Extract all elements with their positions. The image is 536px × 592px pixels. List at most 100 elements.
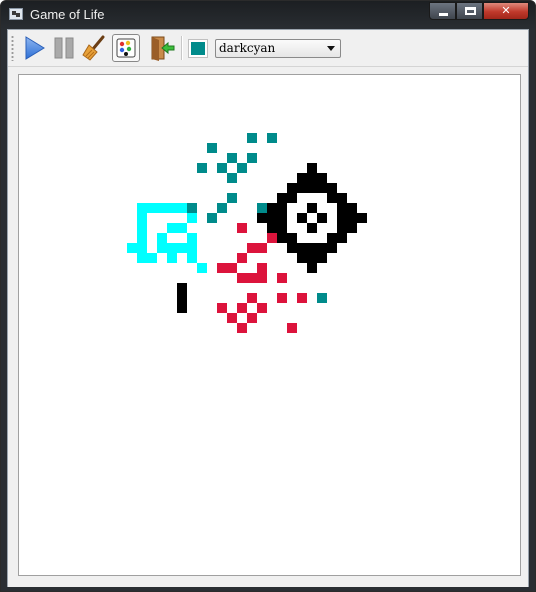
cell-darkcyan[interactable] [187, 203, 197, 213]
cell-darkcyan[interactable] [227, 173, 237, 183]
cell-crimson[interactable] [237, 323, 247, 333]
cell-black[interactable] [177, 293, 187, 303]
exit-button[interactable] [148, 34, 176, 62]
cell-cyan[interactable] [137, 253, 147, 263]
cell-black[interactable] [287, 193, 297, 203]
cell-black[interactable] [307, 183, 317, 193]
cell-black[interactable] [287, 243, 297, 253]
cell-darkcyan[interactable] [227, 153, 237, 163]
cell-black[interactable] [337, 193, 347, 203]
cell-crimson[interactable] [257, 303, 267, 313]
cell-black[interactable] [277, 213, 287, 223]
cell-cyan[interactable] [177, 203, 187, 213]
cell-black[interactable] [337, 203, 347, 213]
cell-cyan[interactable] [137, 243, 147, 253]
cell-black[interactable] [277, 223, 287, 233]
cell-black[interactable] [347, 223, 357, 233]
cell-crimson[interactable] [257, 243, 267, 253]
cell-crimson[interactable] [217, 263, 227, 273]
cell-black[interactable] [277, 233, 287, 243]
cell-cyan[interactable] [137, 203, 147, 213]
cell-crimson[interactable] [297, 293, 307, 303]
cell-darkcyan[interactable] [257, 203, 267, 213]
cell-crimson[interactable] [277, 273, 287, 283]
life-board[interactable] [18, 74, 521, 576]
cell-crimson[interactable] [287, 323, 297, 333]
cell-crimson[interactable] [247, 313, 257, 323]
cell-darkcyan[interactable] [247, 133, 257, 143]
cell-cyan[interactable] [167, 243, 177, 253]
palette-button[interactable] [112, 34, 140, 62]
cell-crimson[interactable] [257, 263, 267, 273]
cell-black[interactable] [307, 263, 317, 273]
cell-cyan[interactable] [167, 203, 177, 213]
cell-cyan[interactable] [167, 223, 177, 233]
cell-cyan[interactable] [147, 203, 157, 213]
cell-black[interactable] [297, 183, 307, 193]
color-swatch[interactable] [188, 39, 208, 58]
cell-crimson[interactable] [237, 273, 247, 283]
cell-cyan[interactable] [127, 243, 137, 253]
cell-black[interactable] [177, 303, 187, 313]
cell-black[interactable] [317, 183, 327, 193]
cell-darkcyan[interactable] [317, 293, 327, 303]
cell-black[interactable] [297, 243, 307, 253]
minimize-button[interactable] [429, 2, 456, 20]
cell-darkcyan[interactable] [237, 163, 247, 173]
cell-black[interactable] [317, 213, 327, 223]
cell-black[interactable] [337, 223, 347, 233]
cell-cyan[interactable] [147, 253, 157, 263]
cell-black[interactable] [337, 233, 347, 243]
cell-crimson[interactable] [247, 273, 257, 283]
cell-black[interactable] [277, 193, 287, 203]
cell-crimson[interactable] [277, 293, 287, 303]
cell-crimson[interactable] [267, 233, 277, 243]
cell-black[interactable] [297, 173, 307, 183]
close-button[interactable]: ✕ [483, 2, 529, 20]
cell-darkcyan[interactable] [267, 133, 277, 143]
cell-black[interactable] [327, 183, 337, 193]
cell-black[interactable] [347, 213, 357, 223]
color-select[interactable]: darkcyan [215, 39, 341, 58]
cell-black[interactable] [327, 193, 337, 203]
cell-black[interactable] [357, 213, 367, 223]
cell-black[interactable] [327, 243, 337, 253]
cell-black[interactable] [307, 253, 317, 263]
cell-crimson[interactable] [237, 303, 247, 313]
cell-cyan[interactable] [137, 233, 147, 243]
cell-crimson[interactable] [257, 273, 267, 283]
cell-crimson[interactable] [217, 303, 227, 313]
pause-button[interactable] [50, 34, 78, 62]
cell-black[interactable] [267, 223, 277, 233]
clear-button[interactable] [80, 34, 108, 62]
cell-crimson[interactable] [227, 263, 237, 273]
cell-black[interactable] [287, 183, 297, 193]
cell-black[interactable] [307, 243, 317, 253]
cell-black[interactable] [257, 213, 267, 223]
cell-cyan[interactable] [177, 223, 187, 233]
cell-darkcyan[interactable] [217, 203, 227, 213]
cell-black[interactable] [347, 203, 357, 213]
cell-darkcyan[interactable] [227, 193, 237, 203]
title-bar[interactable]: Game of Life ✕ [1, 1, 535, 29]
cell-cyan[interactable] [157, 243, 167, 253]
cell-cyan[interactable] [157, 203, 167, 213]
cell-black[interactable] [337, 213, 347, 223]
cell-crimson[interactable] [237, 223, 247, 233]
cell-crimson[interactable] [247, 293, 257, 303]
cell-cyan[interactable] [187, 243, 197, 253]
cell-cyan[interactable] [137, 213, 147, 223]
cell-cyan[interactable] [187, 233, 197, 243]
cell-black[interactable] [317, 253, 327, 263]
toolbar-grip[interactable] [11, 35, 14, 61]
board-canvas[interactable] [19, 75, 520, 575]
cell-darkcyan[interactable] [197, 163, 207, 173]
cell-black[interactable] [267, 203, 277, 213]
cell-black[interactable] [307, 223, 317, 233]
cell-black[interactable] [297, 253, 307, 263]
cell-cyan[interactable] [157, 233, 167, 243]
maximize-button[interactable] [456, 2, 483, 20]
cell-crimson[interactable] [247, 243, 257, 253]
cell-cyan[interactable] [187, 213, 197, 223]
cell-black[interactable] [307, 203, 317, 213]
